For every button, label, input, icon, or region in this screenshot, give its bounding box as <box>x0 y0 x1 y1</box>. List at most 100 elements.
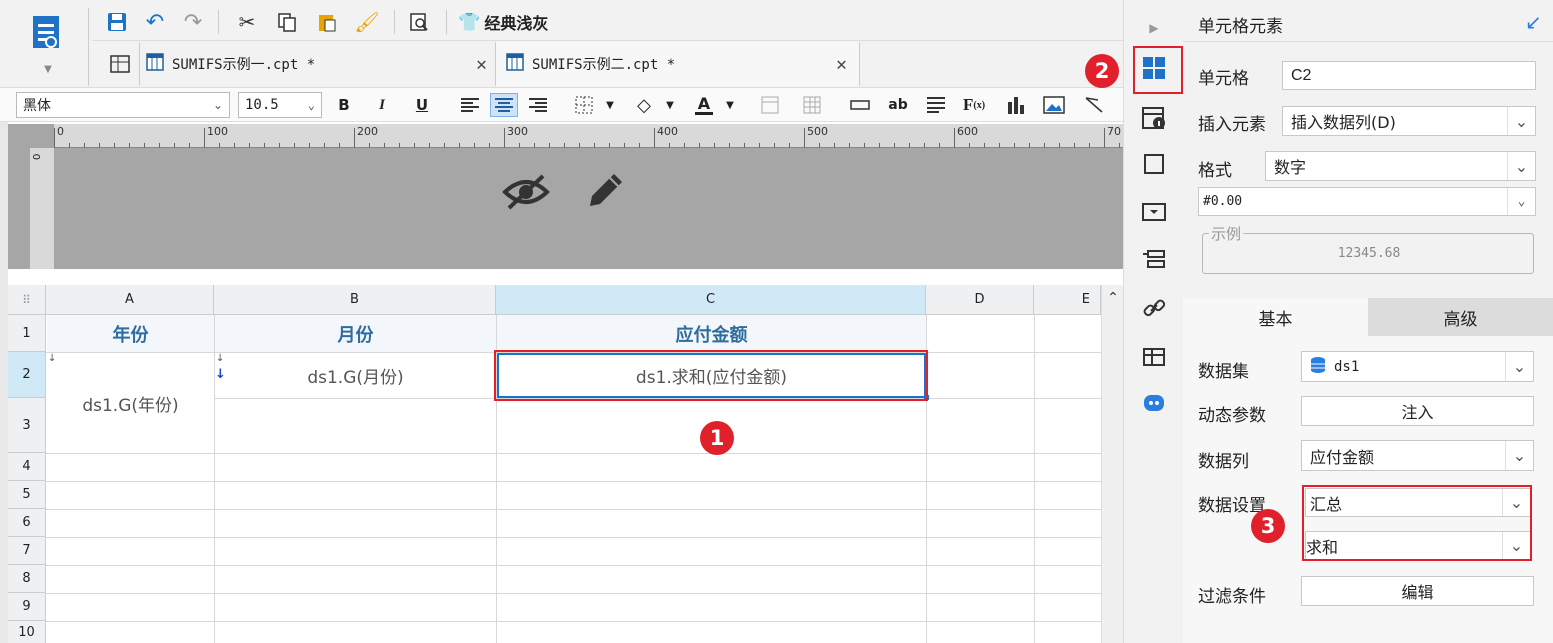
align-right-icon[interactable] <box>526 93 550 117</box>
tab-advanced[interactable]: 高级 <box>1368 298 1553 336</box>
vertical-scrollbar[interactable]: ⌃ <box>1101 285 1123 643</box>
chevron-down-icon[interactable]: ▼ <box>598 93 622 117</box>
border-icon[interactable] <box>572 93 596 117</box>
format-select[interactable]: 数字 ⌄ <box>1265 151 1536 181</box>
row-header-6[interactable]: 6 <box>8 509 46 537</box>
text-field-icon[interactable] <box>848 93 872 117</box>
column-header-c[interactable]: C <box>496 285 926 315</box>
edit-icon[interactable] <box>578 168 630 216</box>
insert-element-select[interactable]: 插入数据列(D) ⌄ <box>1282 106 1536 136</box>
close-icon[interactable]: ✕ <box>476 54 487 75</box>
underline-button[interactable]: U <box>410 93 434 117</box>
ruler-tick <box>954 128 955 148</box>
format-pattern-select[interactable]: #0.00 ⌄ <box>1198 187 1536 216</box>
ruler-tick <box>99 143 100 148</box>
row-header-4[interactable]: 4 <box>8 453 46 481</box>
ruler-tick <box>414 143 415 148</box>
italic-button[interactable]: I <box>370 93 394 117</box>
tab-sumifs-1[interactable]: SUMIFS示例一.cpt * ✕ <box>140 42 496 86</box>
cell-attribute-icon[interactable] <box>1138 102 1170 134</box>
font-color-icon[interactable]: A <box>692 93 716 117</box>
annotation-badge-1: 1 <box>700 421 734 455</box>
cell-b2[interactable]: ds1.G(月份) <box>215 353 496 398</box>
font-family-select[interactable]: 黑体 ⌄ <box>16 92 230 118</box>
preview-icon[interactable] <box>406 9 432 35</box>
column-header-a[interactable]: A <box>46 285 214 315</box>
chart-icon[interactable] <box>1004 93 1028 117</box>
tab-basic[interactable]: 基本 <box>1183 298 1368 336</box>
ruler-label: 600 <box>957 125 978 138</box>
paste-icon[interactable] <box>314 9 340 35</box>
row-header-1[interactable]: 1 <box>8 315 46 352</box>
column-header-e[interactable]: E <box>1034 285 1101 315</box>
cell-b1[interactable]: 月份 <box>215 315 496 352</box>
sheet-list-icon[interactable] <box>1138 342 1170 374</box>
unmerge-icon[interactable] <box>800 93 824 117</box>
formula-icon[interactable]: F (x) <box>962 93 986 117</box>
row-header-10[interactable]: 10 <box>8 621 46 643</box>
hide-icon[interactable] <box>500 168 552 216</box>
cell-c1[interactable]: 应付金额 <box>497 315 926 352</box>
theme-button[interactable]: 👕 经典浅灰 <box>458 9 548 35</box>
widget-icon[interactable] <box>1138 148 1170 180</box>
ruler-tick <box>489 143 490 148</box>
merge-icon[interactable] <box>758 93 782 117</box>
hyperlink-icon[interactable] <box>1138 292 1170 324</box>
align-left-icon[interactable] <box>458 93 482 117</box>
cell-name-input[interactable]: C2 <box>1282 61 1536 90</box>
condition-icon[interactable] <box>1138 244 1170 276</box>
slash-icon[interactable] <box>1082 93 1106 117</box>
chevron-up-icon[interactable]: ⌃ <box>1102 287 1124 309</box>
tab-sumifs-2[interactable]: SUMIFS示例二.cpt * ✕ <box>496 42 860 86</box>
chevron-down-icon[interactable]: ▼ <box>658 93 682 117</box>
close-icon[interactable]: ✕ <box>836 54 847 75</box>
ruler-tick <box>999 143 1000 148</box>
column-header-b[interactable]: B <box>214 285 496 315</box>
bold-button[interactable]: B <box>332 93 356 117</box>
row-header-9[interactable]: 9 <box>8 593 46 621</box>
tab-label: SUMIFS示例二.cpt * <box>532 57 676 73</box>
data-column-select[interactable]: 应付金额 ⌄ <box>1301 440 1534 471</box>
row-header-8[interactable]: 8 <box>8 565 46 593</box>
cut-icon[interactable]: ✂ <box>234 9 260 35</box>
template-icon[interactable] <box>26 10 66 58</box>
row-header-7[interactable]: 7 <box>8 537 46 565</box>
ruler-tick <box>429 143 430 148</box>
row-header-2[interactable]: 2 <box>8 352 46 398</box>
rich-text-icon[interactable] <box>924 93 948 117</box>
ruler-tick <box>174 143 175 148</box>
column-label: E <box>1081 292 1090 307</box>
copy-icon[interactable] <box>274 9 300 35</box>
dataset-select[interactable]: ds1 ⌄ <box>1301 351 1534 382</box>
text-icon[interactable]: ab <box>886 93 910 117</box>
align-center-icon[interactable] <box>490 93 518 117</box>
sheet-list-icon[interactable] <box>100 42 140 86</box>
dropdown-widget-icon[interactable] <box>1138 196 1170 228</box>
image-icon[interactable] <box>1042 93 1066 117</box>
column-header-d[interactable]: D <box>926 285 1034 315</box>
save-icon[interactable] <box>104 9 130 35</box>
cell-a2[interactable]: ds1.G(年份) <box>47 353 214 453</box>
row-header-3[interactable]: 3 <box>8 398 46 453</box>
cell-a1[interactable]: 年份 <box>47 315 214 352</box>
chevron-down-icon[interactable]: ▼ <box>718 93 742 117</box>
inject-button[interactable]: 注入 <box>1301 396 1534 426</box>
filter-edit-button[interactable]: 编辑 <box>1301 576 1534 606</box>
chevron-down-icon[interactable]: ▼ <box>40 62 56 76</box>
assistant-icon[interactable] <box>1138 388 1170 420</box>
format-painter-icon[interactable]: 🖌 <box>354 9 380 35</box>
cell-text: ds1.G(月份) <box>307 368 404 388</box>
ruler-tick <box>939 143 940 148</box>
redo-icon[interactable]: ↷ <box>180 9 206 35</box>
font-size-select[interactable]: 10.5 ⌄ <box>238 92 322 118</box>
select-all-corner[interactable]: ⠿ <box>8 285 46 315</box>
ruler-tick <box>54 128 55 148</box>
undo-icon[interactable]: ↶ <box>142 9 168 35</box>
font-value: 黑体 <box>23 98 51 114</box>
collapse-arrow-icon[interactable]: ▶ <box>1146 18 1162 38</box>
fill-color-icon[interactable]: ◇ <box>632 93 656 117</box>
cell-label: 单元格 <box>1198 69 1249 89</box>
row-label: 6 <box>22 515 31 530</box>
row-header-5[interactable]: 5 <box>8 481 46 509</box>
pin-icon[interactable]: ↙ <box>1525 10 1542 34</box>
